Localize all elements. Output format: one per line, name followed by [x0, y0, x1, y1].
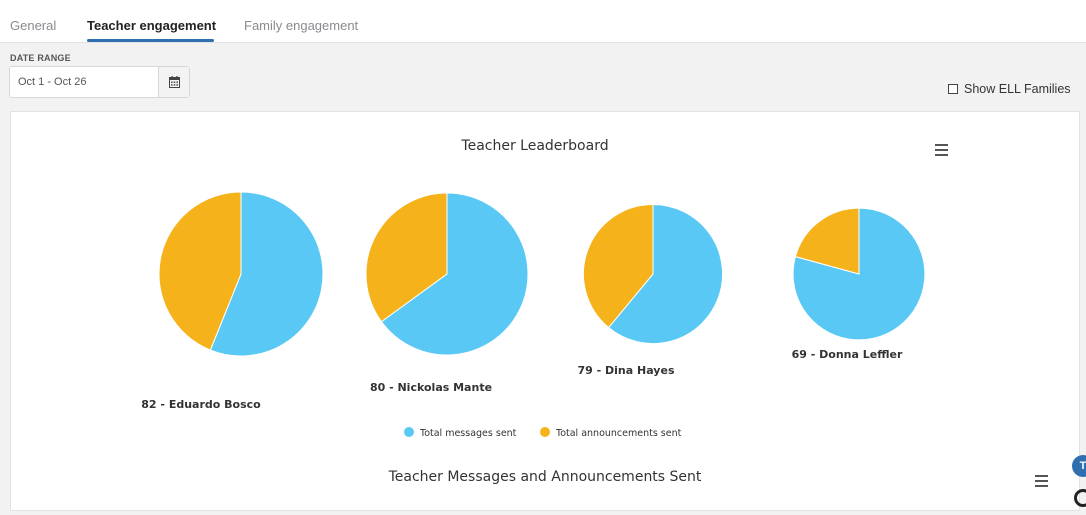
legend-item[interactable]: Total messages sent: [419, 428, 517, 439]
date-range-input[interactable]: [10, 67, 160, 97]
pie-3: 79 - Dina Hayes: [578, 203, 724, 377]
date-range-label: DATE RANGE: [10, 53, 71, 63]
pie-1: 82 - Eduardo Bosco: [141, 191, 324, 411]
calendar-icon[interactable]: [158, 67, 189, 97]
legend-marker[interactable]: [540, 427, 550, 437]
tab-bar: General Teacher engagement Family engage…: [0, 0, 1086, 43]
pie-label: 69 - Donna Leffler: [792, 348, 903, 361]
legend-marker[interactable]: [404, 427, 414, 437]
pie-label: 80 - Nickolas Mante: [370, 381, 492, 394]
ell-families-checkbox[interactable]: [948, 84, 958, 94]
date-range-picker: [9, 66, 190, 98]
teacher-leaderboard-chart: Teacher Leaderboard 82 - Eduardo Bosco 80…: [141, 138, 926, 485]
pie-label: 79 - Dina Hayes: [578, 364, 675, 377]
active-tab-indicator: [87, 39, 214, 42]
pie-2: 80 - Nickolas Mante: [365, 192, 529, 394]
chart-menu-icon[interactable]: [935, 144, 949, 156]
chart-title: Teacher Leaderboard: [460, 138, 608, 154]
second-chart-title: Teacher Messages and Announcements Sent: [388, 469, 702, 485]
legend-item[interactable]: Total announcements sent: [555, 428, 682, 439]
ell-families-label: Show ELL Families: [964, 82, 1071, 96]
ell-families-toggle[interactable]: Show ELL Families: [948, 82, 1071, 96]
tab-general[interactable]: General: [10, 18, 56, 33]
tab-family-engagement[interactable]: Family engagement: [244, 18, 358, 33]
second-chart-menu-icon[interactable]: [1035, 475, 1049, 487]
pie-4: 69 - Donna Leffler: [792, 207, 926, 361]
tab-teacher-engagement[interactable]: Teacher engagement: [87, 18, 216, 33]
support-ring-icon[interactable]: [1074, 489, 1086, 507]
pie-label: 82 - Eduardo Bosco: [141, 398, 261, 411]
chart-legend: Total messages sent Total announcements s…: [404, 427, 682, 439]
leaderboard-card: Teacher Leaderboard 82 - Eduardo Bosco 80…: [10, 111, 1080, 511]
